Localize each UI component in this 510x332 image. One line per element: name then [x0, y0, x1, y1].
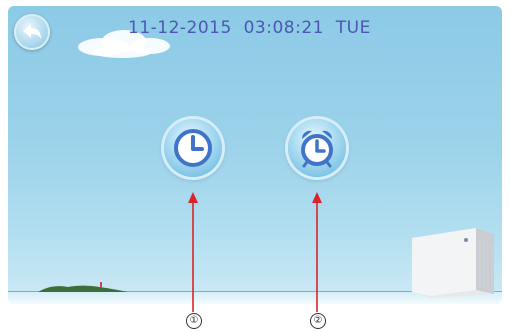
callout-arrows — [188, 192, 322, 312]
callout-marker-1: ① — [186, 313, 202, 329]
callout-marker-2: ② — [310, 313, 326, 329]
